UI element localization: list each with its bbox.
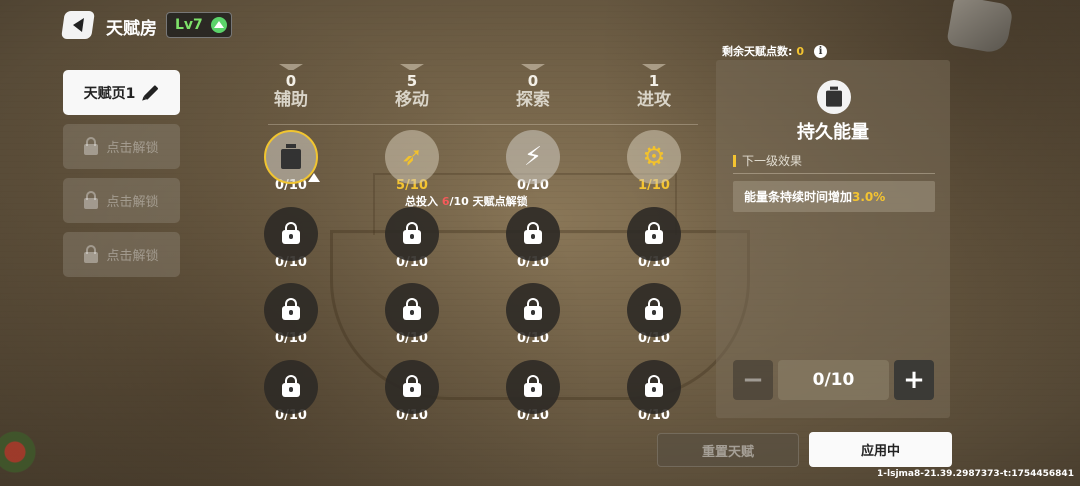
talent-node-movement-3[interactable]: 0/10 (382, 283, 442, 346)
unlock-hint-current: 6 (441, 195, 450, 208)
wing-emblem-icon (639, 64, 669, 74)
invest-stepper-value: 0/10 (778, 360, 889, 400)
talent-node-attack-2[interactable]: 0/10 (624, 207, 684, 270)
talent-page-label: 天赋页1 (83, 85, 136, 102)
effect-value: 3.0% (852, 189, 886, 204)
accent-bar (733, 154, 736, 167)
next-level-divider (733, 173, 935, 174)
decrease-button[interactable]: − (733, 360, 773, 400)
talent-page-label: 点击解锁 (106, 195, 159, 210)
plant-decoration (0, 416, 40, 476)
apply-button[interactable]: 应用中 (809, 432, 952, 467)
lock-icon (524, 298, 542, 320)
category-support: 0 辅助 (251, 64, 331, 111)
talent-node-movement-1[interactable]: ➶ 5/10 (382, 130, 442, 193)
talent-node-attack-3[interactable]: 0/10 (624, 283, 684, 346)
talent-page-tab-4[interactable]: 点击解锁 (63, 232, 180, 277)
lock-icon (84, 136, 99, 155)
arrow-up-icon (308, 173, 320, 182)
talent-page-tab-2[interactable]: 点击解锁 (63, 124, 180, 169)
lock-icon (282, 375, 300, 397)
level-text: Lv7 (175, 17, 203, 33)
lock-icon (524, 222, 542, 244)
battery-up-icon (825, 86, 843, 108)
page-title: 天赋房 (106, 19, 157, 39)
pencil-icon[interactable] (143, 85, 159, 100)
category-points: 5 (406, 72, 418, 90)
golden-gun-icon: ⚙ (642, 142, 666, 172)
next-level-label: 下一级效果 (742, 154, 803, 168)
wing-emblem-icon (276, 64, 306, 74)
category-points: 0 (527, 72, 539, 90)
reset-talents-button[interactable]: 重置天赋 (657, 433, 799, 467)
lock-icon (524, 375, 542, 397)
category-name: 辅助 (274, 90, 308, 110)
lock-icon (645, 298, 663, 320)
category-points: 0 (285, 72, 297, 90)
level-badge[interactable]: Lv7 (166, 12, 232, 38)
talent-node-support-2[interactable]: 0/10 (261, 207, 321, 270)
remaining-points: 剩余天赋点数: 0 i (722, 43, 828, 59)
level-up-icon (210, 17, 227, 33)
build-id: 1-lsjma8-21.39.2987373-t:1754456841 (877, 469, 1074, 479)
increase-button[interactable]: + (894, 360, 934, 400)
battery-up-icon (280, 144, 302, 170)
talent-node-support-4[interactable]: 0/10 (261, 360, 321, 423)
category-name: 进攻 (637, 90, 671, 110)
info-icon[interactable]: i (814, 44, 828, 58)
talent-node-movement-4[interactable]: 0/10 (382, 360, 442, 423)
talent-node-exploration-4[interactable]: 0/10 (503, 360, 563, 423)
lock-icon (403, 222, 421, 244)
talent-page-label: 点击解锁 (106, 249, 159, 264)
category-movement: 5 移动 (372, 64, 452, 111)
talent-node-support-3[interactable]: 0/10 (261, 283, 321, 346)
category-name: 探索 (516, 90, 550, 110)
talent-detail-icon (817, 80, 851, 114)
lock-icon (403, 298, 421, 320)
lock-icon (403, 375, 421, 397)
talent-node-exploration-1[interactable]: ⚡ 0/10 (503, 130, 563, 193)
talent-node-movement-2[interactable]: 0/10 (382, 207, 442, 270)
wing-emblem-icon (518, 64, 548, 74)
lock-icon (645, 375, 663, 397)
lock-icon (84, 244, 99, 263)
effect-text: 能量条持续时间增加 (744, 190, 853, 204)
category-exploration: 0 探索 (493, 64, 573, 111)
lock-icon (645, 222, 663, 244)
remaining-value: 0 (796, 44, 805, 58)
wing-emblem-icon (397, 64, 427, 74)
talent-name: 持久能量 (797, 122, 869, 143)
winged-boot-icon: ➶ (401, 142, 423, 172)
category-name: 移动 (395, 90, 429, 110)
talent-node-exploration-3[interactable]: 0/10 (503, 283, 563, 346)
talent-page-tab-3[interactable]: 点击解锁 (63, 178, 180, 223)
talent-page-label: 点击解锁 (106, 141, 159, 156)
lock-icon (282, 298, 300, 320)
remaining-label: 剩余天赋点数: (722, 45, 793, 58)
lock-icon (84, 190, 99, 209)
talent-node-attack-4[interactable]: 0/10 (624, 360, 684, 423)
next-level-header: 下一级效果 (733, 152, 802, 169)
running-figure-icon: ⚡ (523, 142, 543, 172)
category-attack: 1 进攻 (614, 64, 694, 111)
effect-description: 能量条持续时间增加 3.0% (733, 181, 935, 212)
talent-node-exploration-2[interactable]: 0/10 (503, 207, 563, 270)
talent-page-tab-1[interactable]: 天赋页1 (63, 70, 180, 115)
back-arrow-icon (72, 18, 84, 32)
talent-node-support-1[interactable]: 0/10 (261, 130, 321, 193)
rock-decoration (946, 0, 1014, 55)
lock-icon (282, 222, 300, 244)
category-points: 1 (648, 72, 660, 90)
back-button[interactable] (61, 11, 95, 39)
talent-node-attack-1[interactable]: ⚙ 1/10 (624, 130, 684, 193)
category-divider (268, 124, 698, 125)
